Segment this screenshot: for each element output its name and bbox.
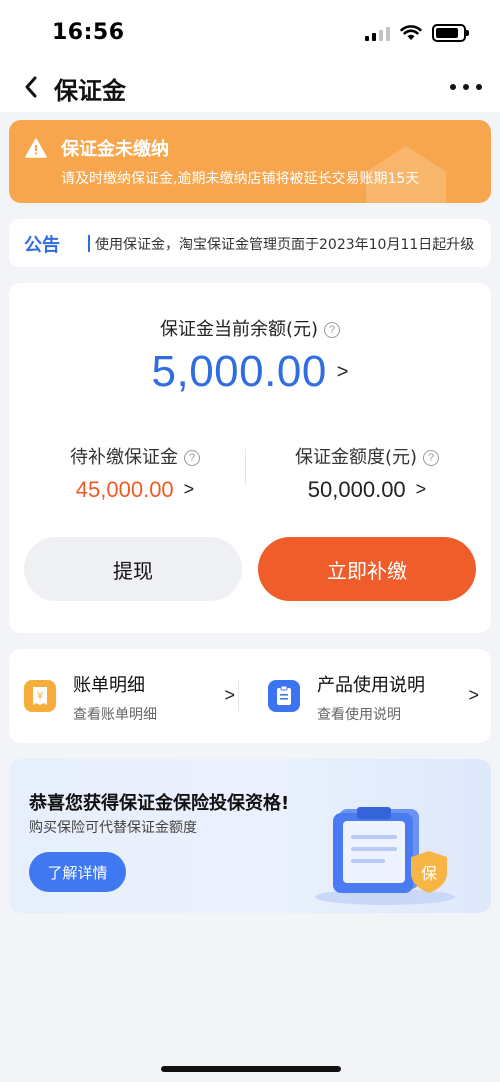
chevron-right-icon: > [336,361,349,383]
balance-card: 保证金当前余额(元)? 5,000.00 > 待补缴保证金? 45,000.00 >… [9,283,491,633]
warning-banner: 保证金未缴纳 请及时缴纳保证金,逾期未缴纳店铺将被延长交易账期15天 [9,120,491,203]
balance-amount: 5,000.00 [151,347,327,396]
notice-text: 使用保证金，淘宝保证金管理页面于2023年10月11日起升级 [95,237,475,253]
status-icons [365,24,469,42]
notice-tag: 公告 [24,235,60,256]
battery-icon [432,24,469,42]
link-subtitle: 查看账单明细 [73,707,157,723]
withdraw-button[interactable]: 提现 [24,537,242,601]
notice-divider [88,235,90,252]
page-title: 保证金 [54,77,126,105]
link-subtitle: 查看使用说明 [317,707,401,723]
chevron-right-icon: > [183,479,195,499]
pay-now-button[interactable]: 立即补缴 [258,537,476,601]
chevron-right-icon: > [468,685,479,705]
links-divider [238,681,239,713]
chevron-right-icon: > [224,685,235,705]
deposit-quota-amount: 50,000.00 [307,477,406,502]
nav-bar: 保证金 [0,62,500,112]
pending-deposit-amount: 45,000.00 [75,477,174,502]
svg-text:¥: ¥ [37,691,43,702]
status-time: 16:56 [52,20,125,45]
chevron-left-icon [25,76,37,98]
cellular-signal-icon [365,25,390,41]
insurance-promo-card: 恭喜您获得保证金保险投保资格! 购买保险可代替保证金额度 了解详情 保 [9,759,491,913]
notice-bar[interactable]: 公告 使用保证金，淘宝保证金管理页面于2023年10月11日起升级 [9,219,491,267]
link-title: 产品使用说明 [317,675,425,696]
balance-amount-row[interactable]: 5,000.00 > [9,347,491,397]
promo-subtitle: 购买保险可代替保证金额度 [29,820,197,836]
more-options-button[interactable] [450,76,482,98]
dot-icon [476,84,482,90]
help-icon[interactable]: ? [324,322,341,338]
warning-description: 请及时缴纳保证金,逾期未缴纳店铺将被延长交易账期15天 [61,171,420,187]
wifi-icon [400,25,422,40]
bill-icon: ¥ [24,680,56,712]
status-bar: 16:56 [0,0,500,62]
link-title: 账单明细 [73,675,145,696]
chevron-right-icon: > [415,479,427,499]
pending-deposit[interactable]: 待补缴保证金? 45,000.00 > [15,443,255,503]
back-button[interactable] [14,70,48,104]
home-indicator [161,1066,341,1072]
stat-divider [245,449,246,485]
help-icon[interactable]: ? [423,450,440,466]
promo-title: 恭喜您获得保证金保险投保资格! [29,793,290,814]
deposit-quota-label: 保证金额度(元) [294,447,418,468]
balance-label-row: 保证金当前余额(元)? [9,315,491,341]
dot-icon [463,84,469,90]
links-card: ¥ 账单明细 查看账单明细 > 产品使用说明 查看使用说明 > [9,649,491,743]
clipboard-shield-illustration: 保 [315,807,455,905]
help-icon[interactable]: ? [184,450,200,466]
pending-deposit-label: 待补缴保证金 [70,447,178,468]
warning-icon [25,138,47,158]
bill-details-link[interactable]: ¥ 账单明细 查看账单明细 > [9,649,249,743]
balance-label: 保证金当前余额(元) [159,319,319,340]
warning-title: 保证金未缴纳 [61,139,169,160]
dot-icon [450,84,456,90]
usage-guide-link[interactable]: 产品使用说明 查看使用说明 > [253,649,493,743]
document-icon [268,680,300,712]
learn-more-button[interactable]: 了解详情 [29,852,126,892]
promo-badge-text: 保 [421,864,437,883]
deposit-quota[interactable]: 保证金额度(元)? 50,000.00 > [247,443,487,503]
